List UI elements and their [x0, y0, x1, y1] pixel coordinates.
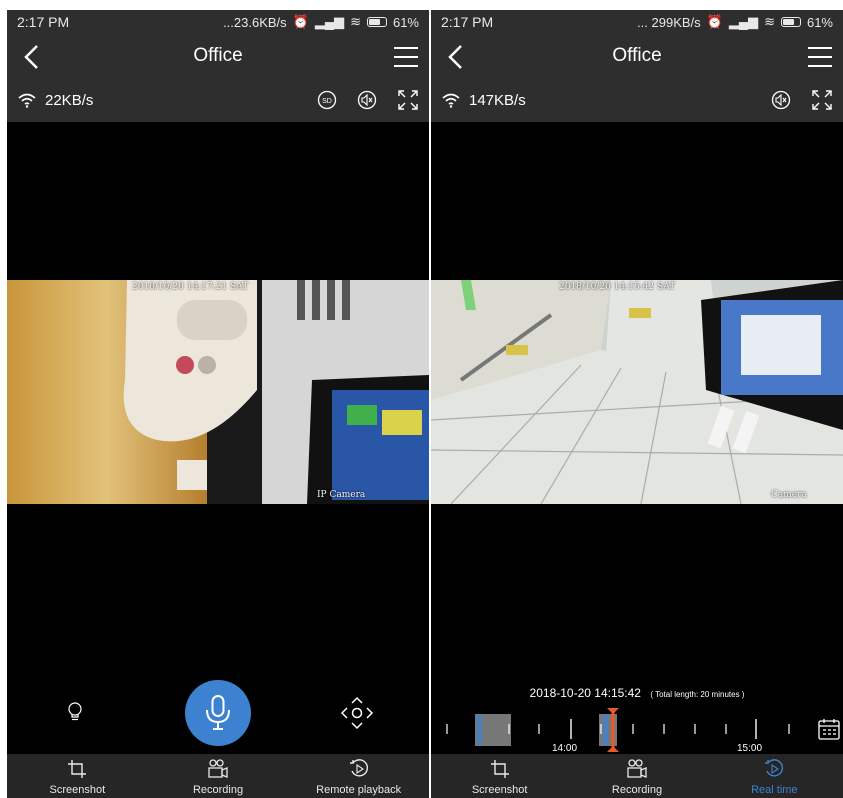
tab-label: Screenshot — [49, 784, 106, 796]
tab-recording[interactable]: Recording — [568, 754, 705, 798]
status-time: 2:17 PM — [441, 14, 494, 30]
page-title: Office — [193, 45, 243, 66]
signal-icon: ▂▄▆ — [314, 14, 345, 29]
mute-icon[interactable] — [357, 90, 377, 110]
wifi-icon — [442, 93, 460, 108]
tab-screenshot[interactable]: Screenshot — [431, 754, 568, 798]
info-bar: 22KB/s SD — [7, 78, 429, 122]
signal-icon: ▂▄▆ — [728, 14, 759, 29]
playback-icon — [349, 759, 368, 777]
timeline-ruler[interactable] — [431, 705, 843, 755]
recording-segment-highlight — [477, 715, 482, 745]
tab-label: Remote playback — [316, 784, 402, 796]
recording-segment-highlight — [603, 715, 608, 745]
talk-button[interactable] — [185, 680, 251, 746]
playback-time-caption: 2018-10-20 14:15:42 ( Total length: 20 m… — [431, 686, 843, 700]
alarm-icon: ⏰ — [292, 14, 309, 29]
tab-label: Screenshot — [471, 784, 528, 796]
stream-speed: 22KB/s — [45, 91, 94, 109]
video-timestamp: 2018/10/20 14:17:21 SAT — [132, 282, 249, 292]
wifi-icon — [18, 93, 36, 108]
title-bar: Office — [431, 34, 843, 78]
sd-quality-icon[interactable]: SD — [317, 90, 337, 110]
wifi-status-icon: ≋ — [764, 14, 775, 29]
playback-panel: 2:17 PM ... 299KB/s ⏰ ▂▄▆ ≋ 61% Office 1… — [431, 10, 843, 798]
ptz-direction-icon[interactable] — [337, 694, 377, 732]
tab-label: Recording — [611, 784, 663, 796]
network-speed-status: ...23.6KB/s — [223, 14, 287, 30]
video-label: IP Camera — [317, 490, 366, 500]
camera-frame-image — [7, 280, 429, 504]
video-label: Camera — [771, 490, 807, 500]
camera-recorder-icon — [627, 759, 647, 778]
live-view-panel: 2:17 PM ...23.6KB/s ⏰ ▂▄▆ ≋ 61% Office 2… — [7, 10, 429, 798]
playback-icon — [765, 759, 784, 777]
status-bar: 2:17 PM ... 299KB/s ⏰ ▂▄▆ ≋ 61% — [431, 10, 843, 34]
tick-label-14-00: 14:00 — [552, 743, 578, 754]
crop-icon — [68, 760, 87, 778]
battery-icon — [780, 17, 801, 27]
menu-icon[interactable] — [805, 42, 835, 72]
camera-video[interactable]: 2018/10/20 14:15:42 SAT Camera — [431, 280, 843, 504]
current-playback-time: 2018-10-20 14:15:42 — [529, 686, 641, 700]
tab-remote-playback[interactable]: Remote playback — [288, 754, 429, 798]
tab-label: Recording — [192, 784, 244, 796]
crop-icon — [490, 760, 509, 778]
video-timestamp: 2018/10/20 14:15:42 SAT — [559, 282, 676, 292]
page-title: Office — [612, 45, 662, 66]
status-time: 2:17 PM — [17, 14, 70, 30]
tab-screenshot[interactable]: Screenshot — [7, 754, 148, 798]
svg-text:SD: SD — [322, 98, 332, 105]
battery-percent: 61% — [806, 14, 833, 30]
alarm-icon: ⏰ — [706, 14, 723, 29]
network-speed-status: ... 299KB/s — [637, 14, 701, 30]
tab-recording[interactable]: Recording — [148, 754, 289, 798]
fullscreen-icon[interactable] — [811, 89, 833, 111]
camera-frame-image — [431, 280, 843, 504]
bottom-tab-bar: Screenshot Recording Remote playback — [7, 754, 429, 798]
wifi-status-icon: ≋ — [350, 14, 361, 29]
tick-label-15-00: 15:00 — [737, 743, 763, 754]
title-bar: Office — [7, 34, 429, 78]
bottom-tab-bar: Screenshot Recording Real time — [431, 754, 843, 798]
back-icon[interactable] — [441, 42, 471, 72]
battery-icon — [366, 17, 387, 27]
stream-speed: 147KB/s — [469, 91, 526, 109]
camera-recorder-icon — [208, 759, 228, 778]
tab-real-time[interactable]: Real time — [706, 754, 843, 798]
status-bar: 2:17 PM ...23.6KB/s ⏰ ▂▄▆ ≋ 61% — [7, 10, 429, 34]
mute-icon[interactable] — [771, 90, 791, 110]
calendar-icon[interactable] — [817, 717, 841, 741]
back-icon[interactable] — [17, 42, 47, 72]
fullscreen-icon[interactable] — [397, 89, 419, 111]
light-bulb-icon[interactable] — [67, 702, 83, 724]
camera-video[interactable]: 2018/10/20 14:17:21 SAT IP Camera — [7, 280, 429, 504]
tab-label: Real time — [751, 784, 798, 796]
control-row — [7, 680, 429, 748]
microphone-icon — [206, 695, 230, 730]
menu-icon[interactable] — [391, 42, 421, 72]
playback-timeline[interactable]: 14:00 15:00 — [431, 705, 843, 755]
total-length: ( Total length: 20 minutes ) — [650, 690, 745, 699]
info-bar: 147KB/s — [431, 78, 843, 122]
battery-percent: 61% — [392, 14, 419, 30]
